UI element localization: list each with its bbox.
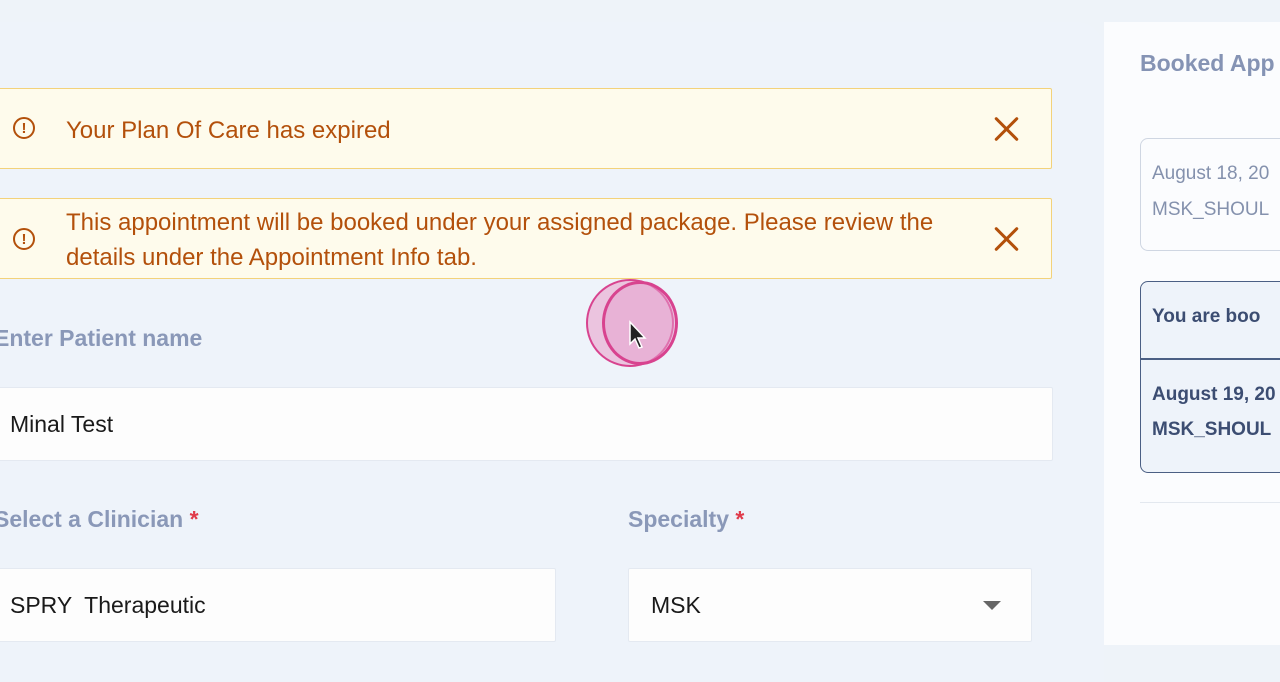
close-icon[interactable] [993,225,1021,253]
appointment-type: MSK_SHOUL [1152,419,1272,440]
current-booking-card[interactable]: You are boo August 19, 20 MSK_SHOUL [1140,281,1280,473]
alert-message: Your Plan Of Care has expired [66,117,391,144]
alert-exclamation-icon: ! [13,228,35,250]
required-mark: * [735,506,745,532]
booking-notice: You are boo [1152,306,1261,327]
appointment-card[interactable]: August 18, 20 MSK_SHOUL [1140,138,1280,251]
clinician-value: SPRY Therapeutic [10,591,206,618]
divider [1140,502,1280,503]
patient-name-label: Enter Patient name [0,325,203,351]
chevron-down-icon [983,601,1001,610]
patient-name-input[interactable]: Minal Test [0,387,1053,461]
alert-message: This appointment will be booked under yo… [66,209,934,271]
appointment-date: August 19, 20 [1152,384,1276,405]
divider [1141,358,1280,360]
appointment-date: August 18, 20 [1152,163,1270,184]
specialty-value: MSK [651,591,701,618]
package-info-alert: ! This appointment will be booked under … [0,198,1052,279]
patient-name-value: Minal Test [10,410,114,437]
booked-appointments-title: Booked App [1140,50,1275,76]
specialty-label: Specialty * [628,506,745,532]
specialty-select[interactable]: MSK [628,568,1032,642]
required-mark: * [189,506,199,532]
clinician-label: Select a Clinician * [0,506,199,532]
clinician-input[interactable]: SPRY Therapeutic [0,568,556,642]
booked-appointments-panel: Booked App August 18, 20 MSK_SHOUL You a… [1104,22,1280,645]
alert-exclamation-icon: ! [13,117,35,139]
appointment-type: MSK_SHOUL [1152,199,1270,220]
mouse-pointer-icon [629,320,647,349]
close-icon[interactable] [993,115,1021,143]
plan-of-care-alert: ! Your Plan Of Care has expired [0,88,1052,169]
